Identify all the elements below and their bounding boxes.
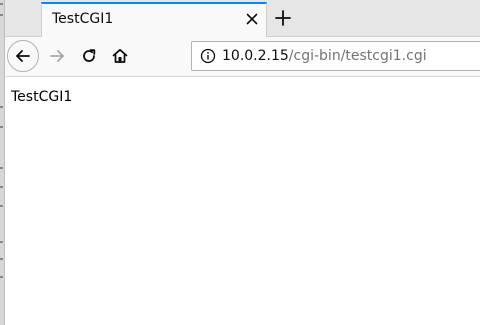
page-content: TestCGI1 bbox=[5, 77, 480, 325]
close-icon[interactable] bbox=[244, 11, 260, 27]
home-icon bbox=[112, 48, 128, 63]
home-button[interactable] bbox=[106, 42, 134, 70]
nav-bar: 10.0.2.15/cgi-bin/testcgi1.cgi bbox=[5, 37, 480, 77]
arrow-left-icon bbox=[16, 50, 30, 62]
reload-icon bbox=[83, 49, 96, 62]
url-path: /cgi-bin/testcgi1.cgi bbox=[288, 48, 427, 64]
reload-button[interactable] bbox=[75, 42, 103, 70]
url-bar[interactable]: 10.0.2.15/cgi-bin/testcgi1.cgi bbox=[191, 41, 480, 71]
back-button[interactable] bbox=[7, 40, 39, 72]
tab-bar: TestCGI1 bbox=[5, 0, 480, 37]
arrow-right-icon bbox=[50, 50, 64, 62]
url-host: 10.0.2.15 bbox=[222, 48, 289, 64]
tab-title: TestCGI1 bbox=[52, 11, 114, 27]
info-icon[interactable] bbox=[200, 48, 216, 64]
url-text[interactable]: 10.0.2.15/cgi-bin/testcgi1.cgi bbox=[222, 48, 427, 65]
tab-testcgi1[interactable]: TestCGI1 bbox=[41, 2, 267, 37]
page-body-text: TestCGI1 bbox=[11, 89, 73, 105]
forward-button[interactable] bbox=[43, 42, 71, 70]
browser-window: TestCGI1 10.0.2.15/cgi-bin/testcgi1.cgi … bbox=[0, 0, 480, 325]
plus-icon[interactable] bbox=[273, 8, 293, 28]
